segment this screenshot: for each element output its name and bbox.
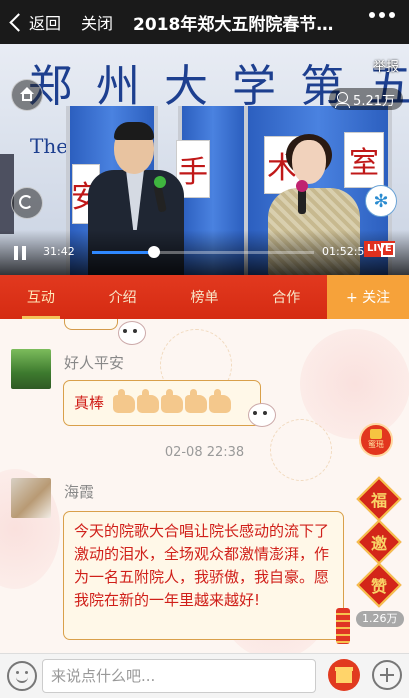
thumbs-up-icon [136, 388, 159, 413]
message-bubble: 真棒 [63, 380, 261, 426]
dog-sticker-icon [118, 321, 146, 345]
video-player[interactable]: 郑州大学第五 The 安 手 术 室 举报 5.21万 ✻ 31:42 01:5… [0, 44, 409, 275]
view-count: 5.21万 [353, 93, 395, 109]
blessing-fu-label: 福 [370, 490, 388, 510]
current-time: 31:42 [43, 245, 75, 258]
view-count-badge: 5.21万 [329, 88, 403, 110]
blessing-like-label: 赞 [370, 576, 388, 596]
viewer-icon [335, 91, 351, 108]
plus-icon[interactable] [372, 660, 402, 690]
red-envelope-button[interactable]: 蜜瑶 [359, 423, 393, 457]
message-bubble: 今天的院歌大合唱让院长感动的流下了激动的泪水，全场观众都激情澎湃，作为一名五附院… [63, 511, 344, 640]
player-controls: 31:42 01:52:55 LIVE [0, 230, 409, 275]
pause-button[interactable] [13, 246, 27, 260]
back-chevron-icon [9, 12, 28, 32]
more-menu-button[interactable] [369, 12, 395, 18]
more-dot-icon [369, 12, 375, 18]
message-timestamp: 02-08 22:38 [164, 445, 245, 460]
red-envelope-icon [370, 429, 382, 439]
comment-bar [0, 653, 409, 698]
red-envelope-label: 蜜瑶 [368, 440, 384, 449]
emoji-icon[interactable] [7, 661, 37, 691]
home-icon[interactable] [11, 79, 43, 111]
stage-edge [0, 154, 14, 234]
thumbs-up-emoji-row [112, 388, 231, 413]
channel-logo-icon[interactable]: ✻ [365, 185, 397, 217]
close-button[interactable]: 关闭 [81, 10, 113, 34]
back-label: 返回 [29, 14, 62, 33]
tab-interaction[interactable]: 互动 [0, 275, 82, 319]
progress-fill [92, 251, 155, 254]
previous-message-bubble [64, 319, 118, 330]
gift-icon[interactable] [328, 659, 360, 691]
blessing-fu-button[interactable]: 福 [356, 476, 402, 522]
thumbs-up-icon [208, 388, 231, 413]
thumbs-up-icon [112, 388, 135, 413]
thumbs-up-icon [160, 388, 183, 413]
like-count-badge: 1.26万 [356, 611, 404, 627]
tab-bar: 互动 介绍 榜单 合作 + 关注 [0, 275, 409, 319]
follow-button[interactable]: + 关注 [327, 275, 409, 319]
blessing-invite-label: 邀 [370, 533, 388, 553]
blessing-invite-button[interactable]: 邀 [356, 519, 402, 565]
message-text: 真棒 [74, 394, 105, 412]
tab-intro[interactable]: 介绍 [82, 275, 164, 319]
message-text: 今天的院歌大合唱让院长感动的流下了激动的泪水，全场观众都激情澎湃，作为一名五附院… [74, 522, 330, 609]
message-nickname: 好人平安 [64, 354, 125, 372]
top-nav-bar: 返回 关闭 2018年郑大五附院春节… [0, 0, 409, 44]
blessing-like-button[interactable]: 赞 [356, 562, 402, 608]
avatar[interactable] [11, 478, 51, 518]
reload-icon[interactable] [11, 187, 43, 219]
message-nickname: 海霞 [64, 483, 95, 501]
tab-cooperation[interactable]: 合作 [245, 275, 327, 319]
report-link[interactable]: 举报 [373, 56, 399, 75]
progress-slider[interactable] [92, 246, 314, 258]
more-dot-icon [379, 12, 385, 18]
dog-sticker-icon [248, 403, 276, 427]
stage-banner-english: The [30, 134, 69, 158]
progress-thumb[interactable] [148, 246, 161, 258]
more-dot-icon [389, 12, 395, 18]
back-button[interactable]: 返回 [6, 10, 61, 34]
comment-input[interactable] [42, 659, 316, 693]
fullscreen-icon[interactable] [381, 243, 395, 257]
thumbs-up-icon [184, 388, 207, 413]
avatar[interactable] [11, 349, 51, 389]
tab-ranking[interactable]: 榜单 [164, 275, 246, 319]
chat-feed[interactable]: 好人平安 真棒 02-08 22:38 海霞 今天的院歌大合唱让院长感动的流下了… [0, 319, 409, 653]
firecracker-icon [336, 608, 350, 644]
page-title: 2018年郑大五附院春节… [133, 14, 334, 35]
